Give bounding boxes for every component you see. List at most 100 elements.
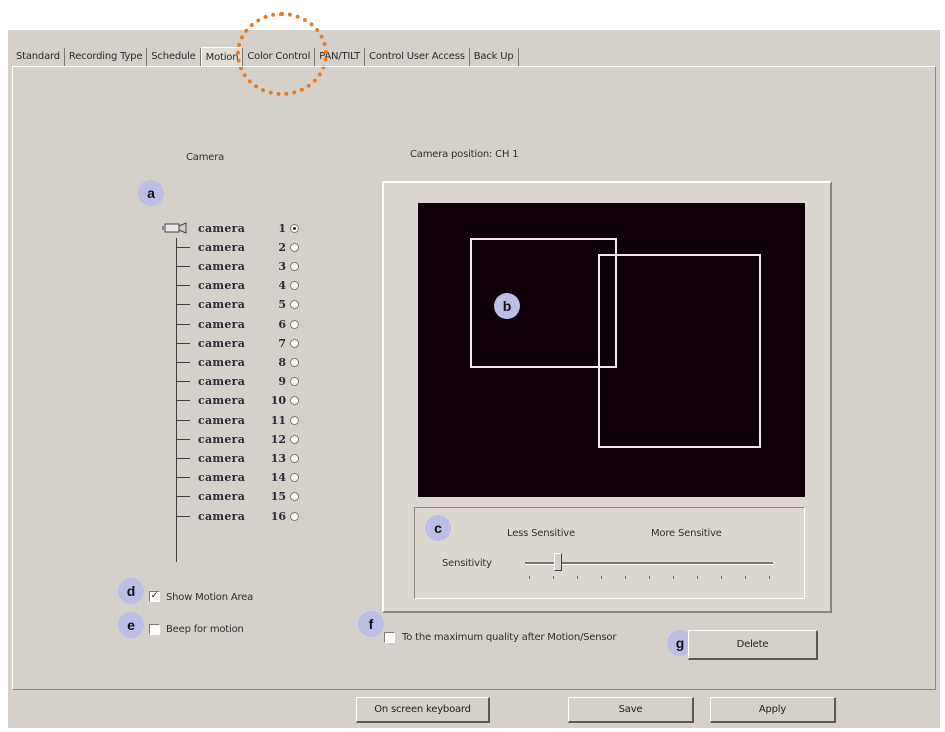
save-button[interactable]: Save	[568, 697, 694, 723]
camera-number: 16	[270, 509, 286, 523]
camera-name: camera	[198, 375, 246, 389]
max-quality-checkbox[interactable]	[384, 632, 395, 643]
camera-row-9[interactable]: camera 9	[176, 374, 316, 390]
sensitivity-slider-thumb[interactable]	[553, 553, 562, 571]
tab-standard[interactable]: Standard	[12, 48, 65, 66]
camera-name: camera	[198, 317, 246, 331]
sensitivity-group	[414, 507, 805, 599]
camera-name: camera	[198, 394, 246, 408]
tree-branch	[176, 381, 190, 383]
tree-branch	[176, 477, 190, 479]
apply-button[interactable]: Apply	[710, 697, 836, 723]
show-motion-area-checkbox[interactable]: ✓	[149, 591, 160, 602]
camera-name: camera	[198, 432, 246, 446]
camera-number: 5	[278, 298, 286, 312]
camera-number: 7	[278, 336, 286, 350]
camera-radio[interactable]	[290, 261, 299, 271]
badge-a: a	[138, 180, 164, 206]
slider-tick	[721, 576, 722, 579]
camera-name: camera	[198, 509, 246, 523]
tab-recording-type[interactable]: Recording Type	[65, 48, 148, 66]
camera-row-6[interactable]: camera 6	[176, 316, 316, 332]
camera-radio[interactable]	[290, 434, 299, 444]
camera-name: camera	[198, 413, 246, 427]
camera-number: 6	[278, 317, 286, 331]
slider-tick	[553, 576, 554, 579]
camera-radio[interactable]	[290, 453, 299, 463]
badge-f: f	[358, 611, 384, 637]
camera-radio[interactable]	[290, 415, 299, 425]
camera-row-8[interactable]: camera 8	[176, 354, 316, 370]
camera-number: 4	[278, 279, 286, 293]
camera-row-16[interactable]: camera 16	[176, 508, 316, 524]
motion-zone-2[interactable]	[598, 254, 761, 448]
tree-branch	[176, 496, 190, 498]
camera-radio[interactable]	[290, 223, 299, 233]
tab-schedule[interactable]: Schedule	[147, 48, 201, 66]
tree-branch	[176, 246, 190, 248]
camera-row-4[interactable]: camera 4	[176, 278, 316, 294]
tree-branch	[176, 265, 190, 267]
tab-back-up[interactable]: Back Up	[470, 48, 519, 66]
camera-row-13[interactable]: camera 13	[176, 450, 316, 466]
camera-number: 2	[278, 240, 286, 254]
camera-number: 12	[270, 432, 286, 446]
tree-branch	[176, 304, 190, 306]
tree-branch	[176, 515, 190, 517]
motion-zone-1[interactable]	[470, 238, 617, 368]
camera-row-7[interactable]: camera 7	[176, 335, 316, 351]
camera-row-10[interactable]: camera 10	[176, 393, 316, 409]
camera-radio[interactable]	[290, 338, 299, 348]
camera-name: camera	[198, 336, 246, 350]
camera-name: camera	[198, 240, 246, 254]
camera-row-14[interactable]: camera 14	[176, 470, 316, 486]
camera-row-2[interactable]: camera 2	[176, 239, 316, 255]
slider-tick	[745, 576, 746, 579]
camera-row-5[interactable]: camera 5	[176, 297, 316, 313]
tree-branch	[176, 342, 190, 344]
more-sensitive-label: More Sensitive	[651, 528, 722, 539]
camera-radio[interactable]	[290, 300, 299, 310]
slider-tick	[697, 576, 698, 579]
slider-tick	[625, 576, 626, 579]
badge-d: d	[118, 578, 144, 604]
delete-button[interactable]: Delete	[688, 630, 818, 660]
tab-control-user-access[interactable]: Control User Access	[365, 48, 470, 66]
camera-radio[interactable]	[290, 319, 299, 329]
tree-branch	[176, 457, 190, 459]
less-sensitive-label: Less Sensitive	[507, 528, 575, 539]
camera-name: camera	[198, 490, 246, 504]
beep-for-motion-label: Beep for motion	[166, 624, 244, 635]
camera-name: camera	[198, 279, 246, 293]
beep-for-motion-checkbox[interactable]	[149, 624, 160, 635]
on-screen-keyboard-button[interactable]: On screen keyboard	[356, 697, 490, 723]
camera-radio[interactable]	[290, 473, 299, 483]
camera-row-12[interactable]: camera 12	[176, 431, 316, 447]
camera-number: 14	[270, 471, 286, 485]
tree-branch	[176, 323, 190, 325]
camera-number: 10	[270, 394, 286, 408]
camera-radio[interactable]	[290, 377, 299, 387]
camera-radio[interactable]	[290, 396, 299, 406]
camera-row-3[interactable]: camera 3	[176, 258, 316, 274]
camera-name: camera	[198, 298, 246, 312]
camera-row-15[interactable]: camera 15	[176, 489, 316, 505]
camera-radio[interactable]	[290, 281, 299, 291]
camera-radio[interactable]	[290, 492, 299, 502]
camera-row-11[interactable]: camera 11	[176, 412, 316, 428]
sensitivity-label: Sensitivity	[442, 558, 492, 569]
sensitivity-slider-track[interactable]	[525, 562, 773, 565]
slider-tick	[769, 576, 770, 579]
camera-position-label: Camera position: CH 1	[410, 149, 519, 160]
camera-number: 8	[278, 355, 286, 369]
camera-radio[interactable]	[290, 511, 299, 521]
camera-name: camera	[198, 471, 246, 485]
camera-number: 1	[278, 221, 286, 235]
camera-row-1[interactable]: camera 1	[176, 220, 316, 236]
camera-radio[interactable]	[290, 242, 299, 252]
show-motion-area-label: Show Motion Area	[166, 592, 254, 603]
badge-e: e	[118, 612, 144, 638]
camera-radio[interactable]	[290, 357, 299, 367]
camera-name: camera	[198, 259, 246, 273]
tree-branch	[176, 285, 190, 287]
